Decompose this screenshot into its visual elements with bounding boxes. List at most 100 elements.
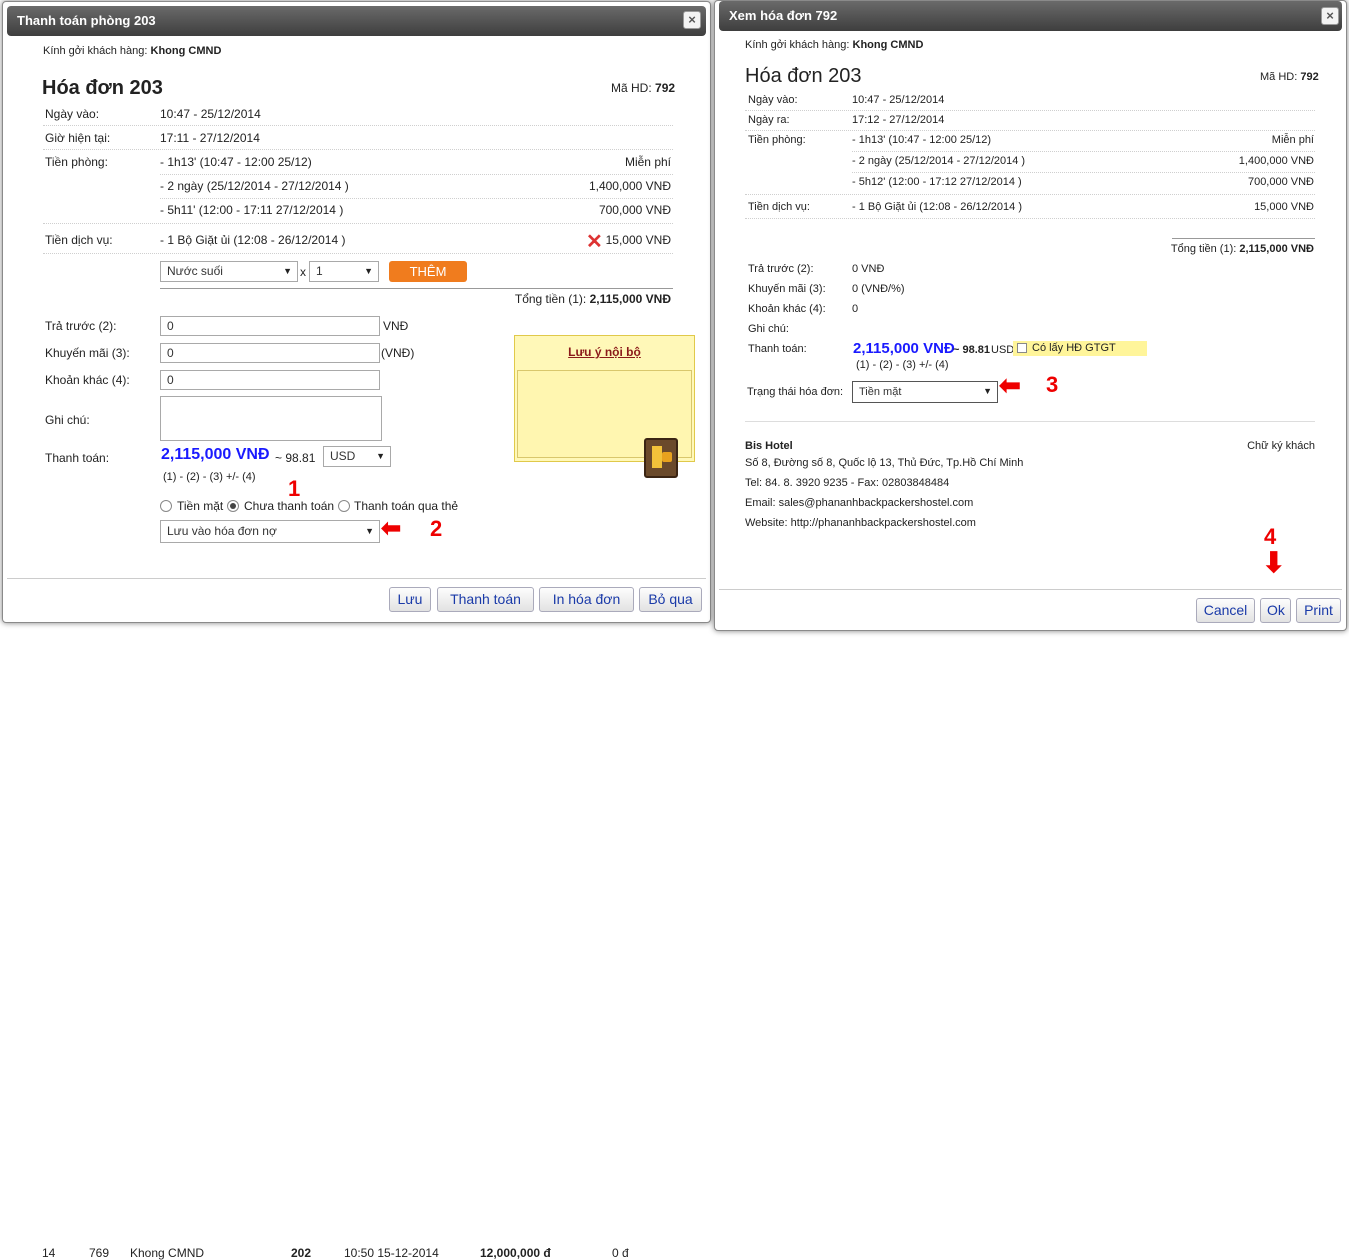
cancel-button[interactable]: Cancel bbox=[1196, 598, 1255, 623]
room-label: Tiền phòng: bbox=[45, 155, 108, 169]
note-label: Ghi chú: bbox=[45, 413, 90, 427]
room-line-desc: - 2 ngày (25/12/2014 - 27/12/2014 ) bbox=[852, 155, 1026, 167]
currency-select[interactable]: USD ▼ bbox=[323, 446, 391, 467]
delete-icon[interactable]: ✕ bbox=[586, 229, 603, 254]
service-select[interactable]: Nước suối ▼ bbox=[160, 261, 298, 282]
annotation-number: 1 bbox=[288, 476, 301, 501]
total: Tổng tiền (1): 2,115,000 VNĐ bbox=[515, 292, 671, 306]
service-select-value: Nước suối bbox=[167, 264, 223, 278]
radio-cash[interactable] bbox=[160, 500, 172, 512]
pay-currency: USD bbox=[991, 344, 1015, 356]
total-value: 2,115,000 VNĐ bbox=[1239, 243, 1314, 255]
service-desc: - 1 Bộ Giặt ủi (12:08 - 26/12/2014 ) bbox=[852, 201, 1022, 213]
service-desc: - 1 Bộ Giặt ủi (12:08 - 26/12/2014 ) bbox=[160, 233, 346, 247]
discount-label: Khuyến mãi (3): bbox=[45, 346, 130, 360]
annotation-number: 2 bbox=[430, 516, 443, 541]
radio-card-label[interactable]: Thanh toán qua thẻ bbox=[354, 499, 458, 513]
room-line-desc: - 5h12' (12:00 - 17:12 27/12/2014 ) bbox=[852, 176, 1022, 188]
hotel-website: Website: http://phananhbackpackershostel… bbox=[745, 517, 976, 529]
notebook-icon[interactable] bbox=[644, 438, 678, 478]
note-textarea[interactable] bbox=[160, 396, 382, 441]
other-label: Khoản khác (4): bbox=[45, 373, 130, 387]
total-value: 2,115,000 VNĐ bbox=[589, 292, 671, 306]
service-label: Tiền dịch vụ: bbox=[45, 233, 113, 247]
chevron-down-icon: ▼ bbox=[283, 266, 292, 276]
invoice-title: Hóa đơn 203 bbox=[745, 65, 862, 87]
print-invoice-button[interactable]: In hóa đơn bbox=[539, 587, 634, 612]
room-line-amount: 1,400,000 VNĐ bbox=[588, 179, 671, 193]
print-button[interactable]: Print bbox=[1296, 598, 1341, 623]
room-label: Tiền phòng: bbox=[748, 134, 806, 146]
pay-amount: 2,115,000 VNĐ bbox=[161, 446, 270, 463]
radio-card[interactable] bbox=[338, 500, 350, 512]
status-select[interactable]: Tiền mặt ▼ bbox=[852, 381, 998, 403]
close-icon[interactable]: × bbox=[1321, 7, 1339, 25]
formula: (1) - (2) - (3) +/- (4) bbox=[163, 471, 256, 483]
vat-checkbox[interactable] bbox=[1017, 343, 1027, 353]
discount-input[interactable]: 0 bbox=[160, 343, 380, 363]
prepaid-label: Trả trước (2): bbox=[45, 319, 117, 333]
other-input[interactable]: 0 bbox=[160, 370, 380, 390]
add-service-button[interactable]: THÊM bbox=[389, 261, 467, 282]
chevron-down-icon: ▼ bbox=[365, 526, 374, 536]
save-button[interactable]: Lưu bbox=[389, 587, 431, 612]
invoice-view-dialog: Xem hóa đơn 792 × Kính gởi khách hàng: K… bbox=[714, 0, 1347, 631]
discount-unit: (VNĐ) bbox=[381, 346, 415, 360]
hotel-email: Email: sales@phananhbackpackershostel.co… bbox=[745, 497, 974, 509]
row-checkin: 10:50 15-12-2014 bbox=[344, 1246, 439, 1260]
pay-usd: ~ 98.81 bbox=[953, 344, 991, 356]
pay-amount: 2,115,000 VNĐ bbox=[853, 340, 955, 357]
checkin-label: Ngày vào: bbox=[748, 94, 798, 106]
room-line-desc: - 5h11' (12:00 - 17:11 27/12/2014 ) bbox=[160, 203, 344, 217]
hotel-phone: Tel: 84. 8. 3920 9235 - Fax: 02803848484 bbox=[745, 477, 950, 489]
other-value: 0 bbox=[852, 303, 859, 315]
payment-dialog-title: Thanh toán phòng 203 bbox=[17, 13, 156, 28]
signature-label: Chữ ký khách bbox=[1247, 440, 1315, 452]
row-zero: 0 đ bbox=[612, 1246, 629, 1260]
discount-label: Khuyến mãi (3): bbox=[748, 283, 826, 295]
pay-button[interactable]: Thanh toán bbox=[437, 587, 534, 612]
room-line-amount: 700,000 VNĐ bbox=[598, 203, 671, 217]
service-amount: 15,000 VNĐ bbox=[1254, 201, 1314, 213]
invoice-code-value: 792 bbox=[1300, 71, 1319, 83]
radio-cash-label[interactable]: Tiền mặt bbox=[177, 499, 223, 513]
invoice-code-value: 792 bbox=[655, 81, 676, 95]
invoice-code: Mã HD: 792 bbox=[611, 81, 675, 95]
invoice-view-title: Xem hóa đơn 792 bbox=[729, 8, 838, 23]
checkin-value: 10:47 - 25/12/2014 bbox=[852, 94, 945, 106]
quantity-value: 1 bbox=[316, 264, 323, 278]
total-label: Tổng tiền (1): bbox=[514, 292, 587, 306]
close-icon[interactable]: × bbox=[683, 11, 701, 29]
row-amount: 12,000,000 đ bbox=[480, 1246, 551, 1260]
service-label: Tiền dịch vụ: bbox=[748, 201, 810, 213]
status-label: Trạng thái hóa đơn: bbox=[747, 386, 844, 398]
invoice-view-titlebar[interactable]: Xem hóa đơn 792 bbox=[719, 1, 1342, 31]
status-select-value: Tiền mặt bbox=[859, 386, 902, 398]
skip-button[interactable]: Bỏ qua bbox=[639, 587, 702, 612]
radio-unpaid[interactable] bbox=[227, 500, 239, 512]
room-line-desc: - 2 ngày (25/12/2014 - 27/12/2014 ) bbox=[160, 179, 349, 193]
room-line-desc: - 1h13' (10:47 - 12:00 25/12) bbox=[160, 155, 312, 169]
chevron-down-icon: ▼ bbox=[376, 451, 385, 461]
quantity-select[interactable]: 1 ▼ bbox=[309, 261, 379, 282]
vat-option[interactable]: Có lấy HĐ GTGT bbox=[1013, 341, 1147, 356]
invoice-code: Mã HD: 792 bbox=[1260, 71, 1319, 83]
other-label: Khoản khác (4): bbox=[748, 303, 826, 315]
row-number: 14 bbox=[42, 1246, 56, 1260]
multiply-label: x bbox=[300, 265, 306, 279]
payment-dialog: Thanh toán phòng 203 × Kính gởi khách hà… bbox=[2, 1, 711, 623]
row-id: 769 bbox=[89, 1246, 110, 1260]
debt-select[interactable]: Lưu vào hóa đơn nợ ▼ bbox=[160, 520, 380, 543]
currency-value: USD bbox=[330, 449, 356, 463]
vat-label: Có lấy HĐ GTGT bbox=[1032, 342, 1116, 354]
payment-dialog-titlebar[interactable]: Thanh toán phòng 203 bbox=[7, 6, 706, 36]
ok-button[interactable]: Ok bbox=[1260, 598, 1291, 623]
pay-label: Thanh toán: bbox=[45, 451, 110, 465]
prepaid-label: Trả trước (2): bbox=[748, 263, 814, 275]
row-guest: Khong CMND bbox=[130, 1246, 205, 1260]
discount-value: 0 (VNĐ/%) bbox=[852, 283, 905, 295]
total-label: Tổng tiền (1): bbox=[1170, 243, 1237, 255]
service-amount: 15,000 VNĐ bbox=[605, 233, 671, 247]
pay-label: Thanh toán: bbox=[748, 343, 807, 355]
prepaid-input[interactable]: 0 bbox=[160, 316, 380, 336]
